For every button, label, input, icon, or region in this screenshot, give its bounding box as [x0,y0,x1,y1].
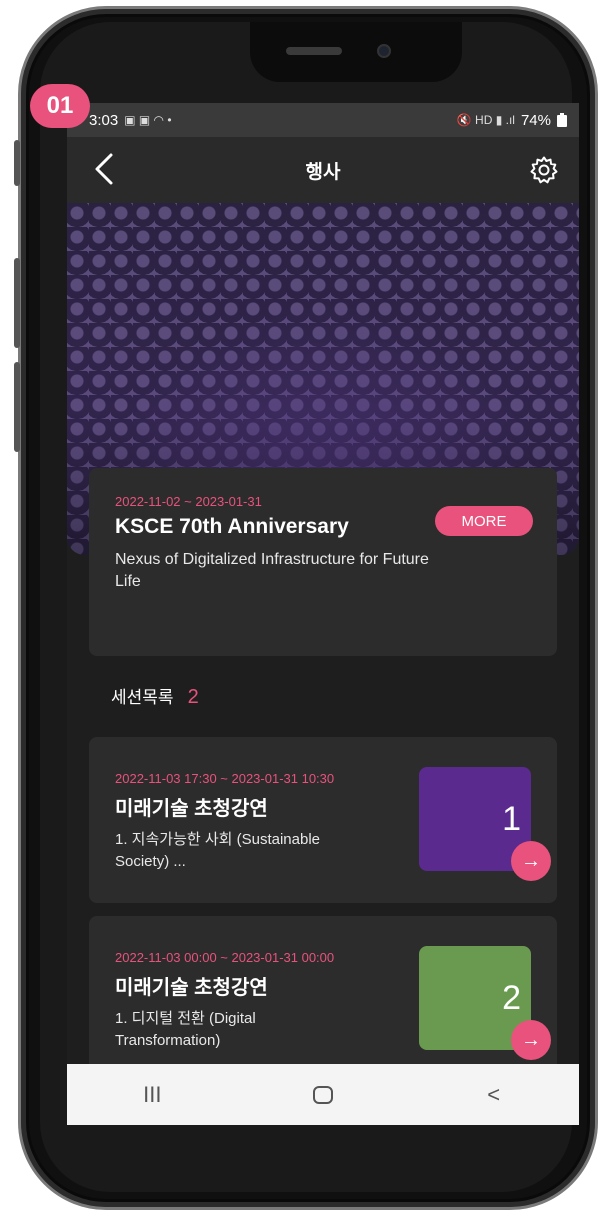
session-number: 2 [502,978,521,1017]
event-card[interactable]: 2022-11-02 ~ 2023-01-31 KSCE 70th Annive… [89,468,557,656]
volume-up-button [14,258,20,348]
step-badge: 01 [30,84,90,128]
gear-icon [530,156,558,184]
session-open-button[interactable]: → [511,1020,551,1060]
home-button[interactable] [283,1070,363,1120]
session-description: 1. 디지털 전환 (Digital Transformation) [115,1010,256,1049]
status-left: 3:03 ▣ ▣ ◠ • [89,112,172,129]
mute-switch [14,140,20,186]
front-camera-icon [377,44,391,58]
recents-icon: III [143,1081,162,1107]
page-title: 행사 [305,161,341,183]
event-description: Nexus of Digitalized Infrastructure for … [115,551,429,590]
battery-percent: 74% [520,111,551,129]
speaker-grille [286,47,342,55]
nav-back-button[interactable]: < [454,1070,534,1120]
session-card[interactable]: 2022-11-03 17:30 ~ 2023-01-31 10:30 미래기술… [89,737,557,903]
session-card[interactable]: 2022-11-03 00:00 ~ 2023-01-31 00:00 미래기술… [89,916,557,1082]
status-bar: 3:03 ▣ ▣ ◠ • 🔇 HD ▮ .ıl 74% [67,103,579,137]
more-button[interactable]: MORE [435,506,533,536]
session-description: 1. 지속가능한 사회 (Sustainable Society) ... [115,831,320,870]
app-screen: 3:03 ▣ ▣ ◠ • 🔇 HD ▮ .ıl 74% 행사 2022-11-0… [67,103,579,1125]
signal-icons: 🔇 HD ▮ .ıl [456,113,515,127]
arrow-right-icon: → [521,849,541,872]
system-nav-bar: III < [67,1064,579,1125]
app-bar: 행사 [67,137,579,203]
notification-icons: ▣ ▣ ◠ • [124,113,172,127]
chevron-left-icon [95,153,113,185]
notch [250,22,462,82]
home-icon [312,1085,333,1104]
back-button[interactable] [91,151,123,189]
back-icon: < [487,1081,501,1107]
session-count: 2 [187,686,199,708]
session-number: 1 [502,799,521,838]
volume-down-button [14,362,20,452]
session-list-header: 세션목록 2 [111,683,199,709]
status-time: 3:03 [89,111,119,129]
arrow-right-icon: → [521,1028,541,1051]
settings-button[interactable] [529,155,559,185]
section-label: 세션목록 [111,688,174,707]
recents-button[interactable]: III [112,1070,192,1120]
battery-icon [557,113,567,127]
session-open-button[interactable]: → [511,841,551,881]
status-right: 🔇 HD ▮ .ıl 74% [457,112,567,129]
